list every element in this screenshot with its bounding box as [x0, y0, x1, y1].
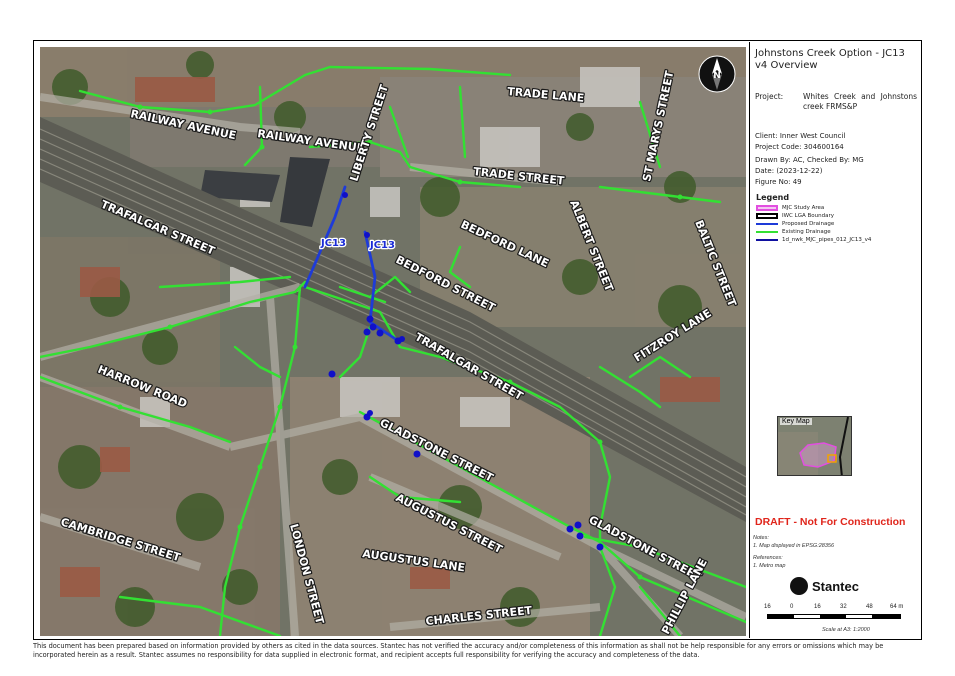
- legend-label: MJC Study Area: [782, 205, 825, 211]
- scale-ratio: Scale at A3: 1:2000: [822, 627, 870, 633]
- scale-tick: 16: [764, 604, 771, 610]
- north-label: N: [713, 71, 721, 81]
- aerial-map[interactable]: RAILWAY AVENUE RAILWAY AVENUE LIBERTY ST…: [40, 47, 746, 636]
- logo-wordmark: Stantec: [812, 579, 859, 594]
- north-arrow-icon: N: [698, 55, 736, 93]
- key-map-label: Key Map: [780, 418, 812, 425]
- legend-label: 1d_nwk_MJC_pipes_012_JC13_v4: [782, 237, 872, 243]
- scale-tick: 32: [840, 604, 847, 610]
- pipes-swatch: [756, 239, 778, 241]
- project-value: Whites Creek and Johnstons creek FRMS&P: [803, 92, 917, 111]
- study-area-swatch: [756, 205, 778, 211]
- key-map[interactable]: Key Map: [777, 416, 852, 476]
- pipe-label-jc13: JC13: [320, 238, 346, 249]
- disclaimer-text: This document has been prepared based on…: [33, 642, 884, 659]
- scale-bar: [767, 614, 901, 619]
- map-title: Johnstons Creek Option - JC13 v4 Overvie…: [755, 48, 905, 71]
- scale-tick: 16: [814, 604, 821, 610]
- figure-no-text: Figure No: 49: [755, 178, 802, 186]
- legend-label: IWC LGA Boundary: [782, 213, 834, 219]
- project-label: Project:: [755, 92, 784, 101]
- scale-tick: 0: [790, 604, 794, 610]
- draft-banner: DRAFT - Not For Construction: [755, 516, 906, 528]
- pipe-label-jc13: JC13: [369, 240, 395, 251]
- date-text: Date: (2023-12-22): [755, 167, 823, 175]
- scale-tick: 64 m: [890, 604, 904, 610]
- scale-tick: 48: [866, 604, 873, 610]
- project-block: Project: Whites Creek and Johnstons cree…: [755, 92, 917, 111]
- key-map-canvas: [778, 417, 851, 475]
- stantec-logo-icon: [790, 577, 808, 595]
- existing-drainage-swatch: [756, 231, 778, 233]
- map-canvas: RAILWAY AVENUE RAILWAY AVENUE LIBERTY ST…: [40, 47, 746, 636]
- client-text: Client: Inner West Council: [755, 132, 846, 140]
- notes-text: 1. Map displayed in EPSG:28356: [753, 543, 835, 549]
- drawn-by-text: Drawn By: AC, Checked By: MG: [755, 156, 864, 164]
- references-text: 1. Metro map: [753, 563, 786, 569]
- references-title: References:: [753, 555, 783, 561]
- notes-title: Notes:: [753, 535, 769, 541]
- lga-boundary-swatch: [756, 213, 778, 219]
- legend-label: Proposed Drainage: [782, 221, 835, 227]
- project-code-text: Project Code: 304600164: [755, 143, 844, 151]
- proposed-drainage-swatch: [756, 223, 778, 225]
- legend-label: Existing Drainage: [782, 229, 831, 235]
- legend-title: Legend: [756, 193, 790, 202]
